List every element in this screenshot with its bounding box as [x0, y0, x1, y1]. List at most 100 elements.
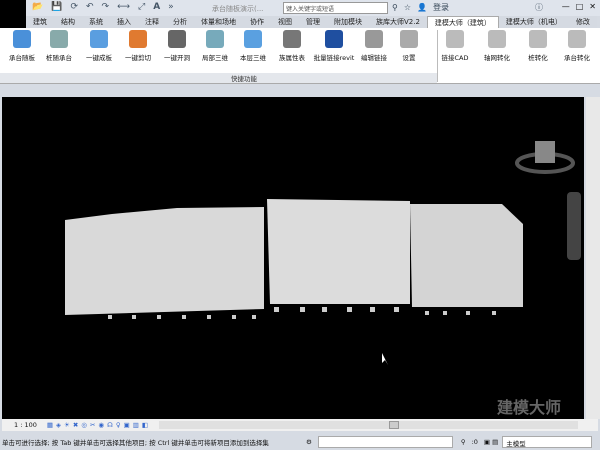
save-icon[interactable]: 💾 — [51, 2, 62, 12]
model-wing-right — [410, 204, 523, 307]
ribbon-button-convert-1[interactable]: 轴网转化 — [475, 30, 519, 62]
mouse-cursor — [382, 353, 388, 365]
minimize-icon[interactable]: — — [562, 2, 570, 11]
ribbon-tabs: 建筑 结构 系统 插入 注释 分析 体量和场地 协作 视图 管理 附加模块 族库大师V2.2 建模大师（… — [26, 16, 597, 28]
ribbon-button-icon — [325, 30, 343, 48]
ribbon-button-icon — [129, 30, 147, 48]
ribbon-button-3[interactable]: 一键剪切 — [116, 30, 160, 62]
maximize-icon[interactable]: □ — [576, 2, 584, 11]
horizontal-scrollbar[interactable] — [159, 421, 578, 429]
tab-12[interactable]: 建模大师（建筑） — [426, 16, 499, 28]
tab-9[interactable]: 管理 — [299, 16, 327, 28]
ribbon-button-6[interactable]: 本层三维 — [231, 30, 275, 62]
ribbon-button-icon — [529, 30, 547, 48]
status-hint: 单击可进行选择; 按 Tab 键并单击可选择其他项目; 按 Ctrl 键并单击可… — [2, 438, 269, 447]
ribbon-button-label: 本层三维 — [240, 54, 266, 62]
ribbon-button-label: 链接CAD — [441, 54, 469, 62]
viewcube[interactable] — [535, 141, 555, 163]
design-options-icon[interactable]: ▣ ▤ — [484, 438, 498, 446]
ribbon-button-convert-3[interactable]: 承台转化 — [555, 30, 599, 62]
ribbon-button-2[interactable]: 一键成板 — [77, 30, 121, 62]
tab-0[interactable]: 建筑 — [26, 16, 54, 28]
model-wing-left — [65, 207, 264, 315]
more-icon[interactable]: » — [168, 2, 174, 12]
binoculars-icon[interactable]: ⚲ — [392, 3, 398, 12]
tab-10[interactable]: 附加模块 — [327, 16, 369, 28]
document-title: 承台随板演示(... — [212, 5, 264, 13]
quick-access-toolbar: 📂 💾 ⟳ ↶ ↷ ⟷ ⤢ A » 承台随板演示(... 键入关键字或短语 ⚲ ☆ 👤 登录 ⓘ —… — [0, 0, 600, 28]
worksets-icon[interactable]: ⚙ — [306, 438, 312, 446]
ribbon-button-label: 承台转化 — [564, 54, 590, 62]
tab-6[interactable]: 体量和场地 — [194, 16, 243, 28]
ribbon-button-label: 一键成板 — [86, 54, 112, 62]
ribbon-button-7[interactable]: 族属性表 — [270, 30, 314, 62]
tab-11[interactable]: 族库大师V2.2 — [369, 16, 427, 28]
ribbon-button-convert-2[interactable]: 桩转化 — [516, 30, 560, 62]
view-control-icons[interactable]: ▦◈☀✖◎✂◉☊♀▣▥◧ — [47, 421, 151, 429]
star-icon[interactable]: ☆ — [404, 3, 411, 12]
login-button[interactable]: 登录 — [433, 2, 449, 13]
ribbon-button-icon — [365, 30, 383, 48]
search-input[interactable]: 键入关键字或短语 — [283, 2, 388, 14]
ribbon-button-label: 族属性表 — [279, 54, 305, 62]
ribbon-button-10[interactable]: 设置 — [387, 30, 431, 62]
ribbon-button-icon — [568, 30, 586, 48]
app-menu-button[interactable] — [0, 0, 26, 28]
drawing-canvas[interactable]: 建模大师 — [2, 97, 584, 419]
ribbon-button-icon — [488, 30, 506, 48]
ribbon-button-label: 设置 — [402, 54, 416, 62]
panel-label: 快捷功能 — [0, 73, 437, 83]
scale-label[interactable]: 1 : 100 — [14, 421, 37, 429]
ribbon-button-label: 一键剪切 — [125, 54, 151, 62]
ribbon-button-convert-0[interactable]: 链接CAD — [433, 30, 477, 62]
filter-count: :0 — [471, 437, 478, 446]
model-select-value: 主模型 — [506, 439, 526, 448]
ribbon-button-icon — [206, 30, 224, 48]
tab-5[interactable]: 分析 — [166, 16, 194, 28]
ribbon-button-label: 轴网转化 — [484, 54, 510, 62]
tag-icon[interactable]: ⤢ — [138, 2, 145, 12]
open-icon[interactable]: 📂 — [32, 2, 43, 12]
ribbon-button-label: 桩随承台 — [46, 54, 72, 62]
ribbon-button-1[interactable]: 桩随承台 — [37, 30, 81, 62]
ribbon-button-icon — [400, 30, 418, 48]
ribbon-button-label: 一键开洞 — [164, 54, 190, 62]
ribbon-button-label: 编辑链接 — [361, 54, 387, 62]
sync-icon[interactable]: ⟳ — [70, 2, 78, 12]
tab-7[interactable]: 协作 — [243, 16, 271, 28]
model-select[interactable]: 主模型 — [502, 435, 593, 448]
ribbon-button-icon — [283, 30, 301, 48]
view-control-bar: 1 : 100 ▦◈☀✖◎✂◉☊♀▣▥◧ — [2, 419, 598, 431]
ribbon-button-label: 承台随板 — [9, 54, 35, 62]
tab-14[interactable]: 修改 — [569, 16, 597, 28]
redo-icon[interactable]: ↷ — [102, 2, 110, 12]
ribbon-button-icon — [446, 30, 464, 48]
tab-1[interactable]: 结构 — [54, 16, 82, 28]
tab-8[interactable]: 视图 — [271, 16, 299, 28]
help-icon[interactable]: ⓘ — [535, 2, 543, 13]
ribbon-button-label: 桩转化 — [528, 54, 548, 62]
ribbon-button-icon — [50, 30, 68, 48]
ribbon-button-label: 批量链接revit — [313, 54, 355, 62]
tab-13[interactable]: 建模大师（机电） — [499, 16, 569, 28]
ribbon-button-icon — [13, 30, 31, 48]
ribbon-button-icon — [90, 30, 108, 48]
ribbon-button-icon — [244, 30, 262, 48]
tab-3[interactable]: 插入 — [110, 16, 138, 28]
ribbon-button-8[interactable]: 批量链接revit — [312, 30, 356, 62]
undo-icon[interactable]: ↶ — [86, 2, 94, 12]
tab-2[interactable]: 系统 — [82, 16, 110, 28]
ribbon-button-label: 局部三维 — [202, 54, 228, 62]
vertical-scrollbar[interactable] — [586, 97, 600, 419]
status-bar: 单击可进行选择; 按 Tab 键并单击可选择其他项目; 按 Ctrl 键并单击可… — [0, 433, 600, 450]
filter-icon[interactable]: ⚲ — [461, 438, 466, 446]
workset-select[interactable] — [317, 435, 453, 448]
tab-4[interactable]: 注释 — [138, 16, 166, 28]
ribbon-button-icon — [168, 30, 186, 48]
watermark-logo: 建模大师 — [497, 398, 561, 417]
close-icon[interactable]: ✕ — [589, 2, 596, 11]
user-icon[interactable]: 👤 — [417, 3, 427, 12]
measure-icon[interactable]: ⟷ — [117, 2, 130, 12]
text-icon[interactable]: A — [153, 2, 160, 12]
building-model: 建模大师 — [65, 141, 581, 417]
